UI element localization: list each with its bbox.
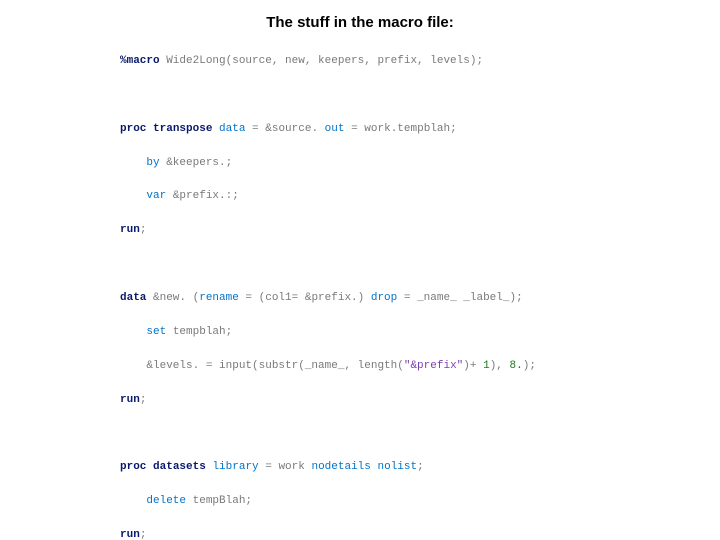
opt-library: library xyxy=(212,461,258,473)
opt-drop: drop xyxy=(371,292,397,304)
kw-data: data xyxy=(120,292,146,304)
txt: ; xyxy=(140,394,147,406)
txt: ); xyxy=(523,360,536,372)
opt-nodetails: nodetails xyxy=(311,461,370,473)
kw-proc: proc xyxy=(120,461,146,473)
kw-run: run xyxy=(120,224,140,236)
opt-var: var xyxy=(120,190,166,202)
kw-run: run xyxy=(120,394,140,406)
txt: tempBlah; xyxy=(186,495,252,507)
kw-macro: %macro xyxy=(120,55,160,67)
txt: Wide2Long(source, new, keepers, prefix, … xyxy=(160,55,483,67)
txt: = work.tempblah; xyxy=(344,123,456,135)
kw-run: run xyxy=(120,529,140,540)
code-macro-file: %macro Wide2Long(source, new, keepers, p… xyxy=(120,37,700,540)
txt: = _name_ _label_); xyxy=(397,292,522,304)
txt: )+ xyxy=(463,360,483,372)
txt: &new. ( xyxy=(146,292,199,304)
kw-transpose: transpose xyxy=(153,123,212,135)
txt: &prefix.:; xyxy=(166,190,239,202)
num-one: 1 xyxy=(483,360,490,372)
kw-datasets: datasets xyxy=(153,461,206,473)
txt: ; xyxy=(417,461,424,473)
opt-nolist: nolist xyxy=(378,461,418,473)
str-prefix: "&prefix" xyxy=(404,360,463,372)
txt: ; xyxy=(140,529,147,540)
txt: ; xyxy=(140,224,147,236)
txt: ), xyxy=(490,360,510,372)
heading-macro-file: The stuff in the macro file: xyxy=(20,14,700,31)
txt: tempblah; xyxy=(166,326,232,338)
kw-proc: proc xyxy=(120,123,146,135)
opt-set: set xyxy=(120,326,166,338)
opt-out: out xyxy=(325,123,345,135)
opt-rename: rename xyxy=(199,292,239,304)
txt: &keepers.; xyxy=(160,157,233,169)
txt: = (col1= &prefix.) xyxy=(239,292,371,304)
num-fmt: 8. xyxy=(510,360,523,372)
txt: = &source. xyxy=(245,123,324,135)
txt: = work xyxy=(259,461,312,473)
opt-data: data xyxy=(219,123,245,135)
opt-by: by xyxy=(120,157,160,169)
opt-delete: delete xyxy=(120,495,186,507)
slide: The stuff in the macro file: %macro Wide… xyxy=(0,0,720,540)
txt: &levels. = input(substr(_name_, length( xyxy=(120,360,404,372)
